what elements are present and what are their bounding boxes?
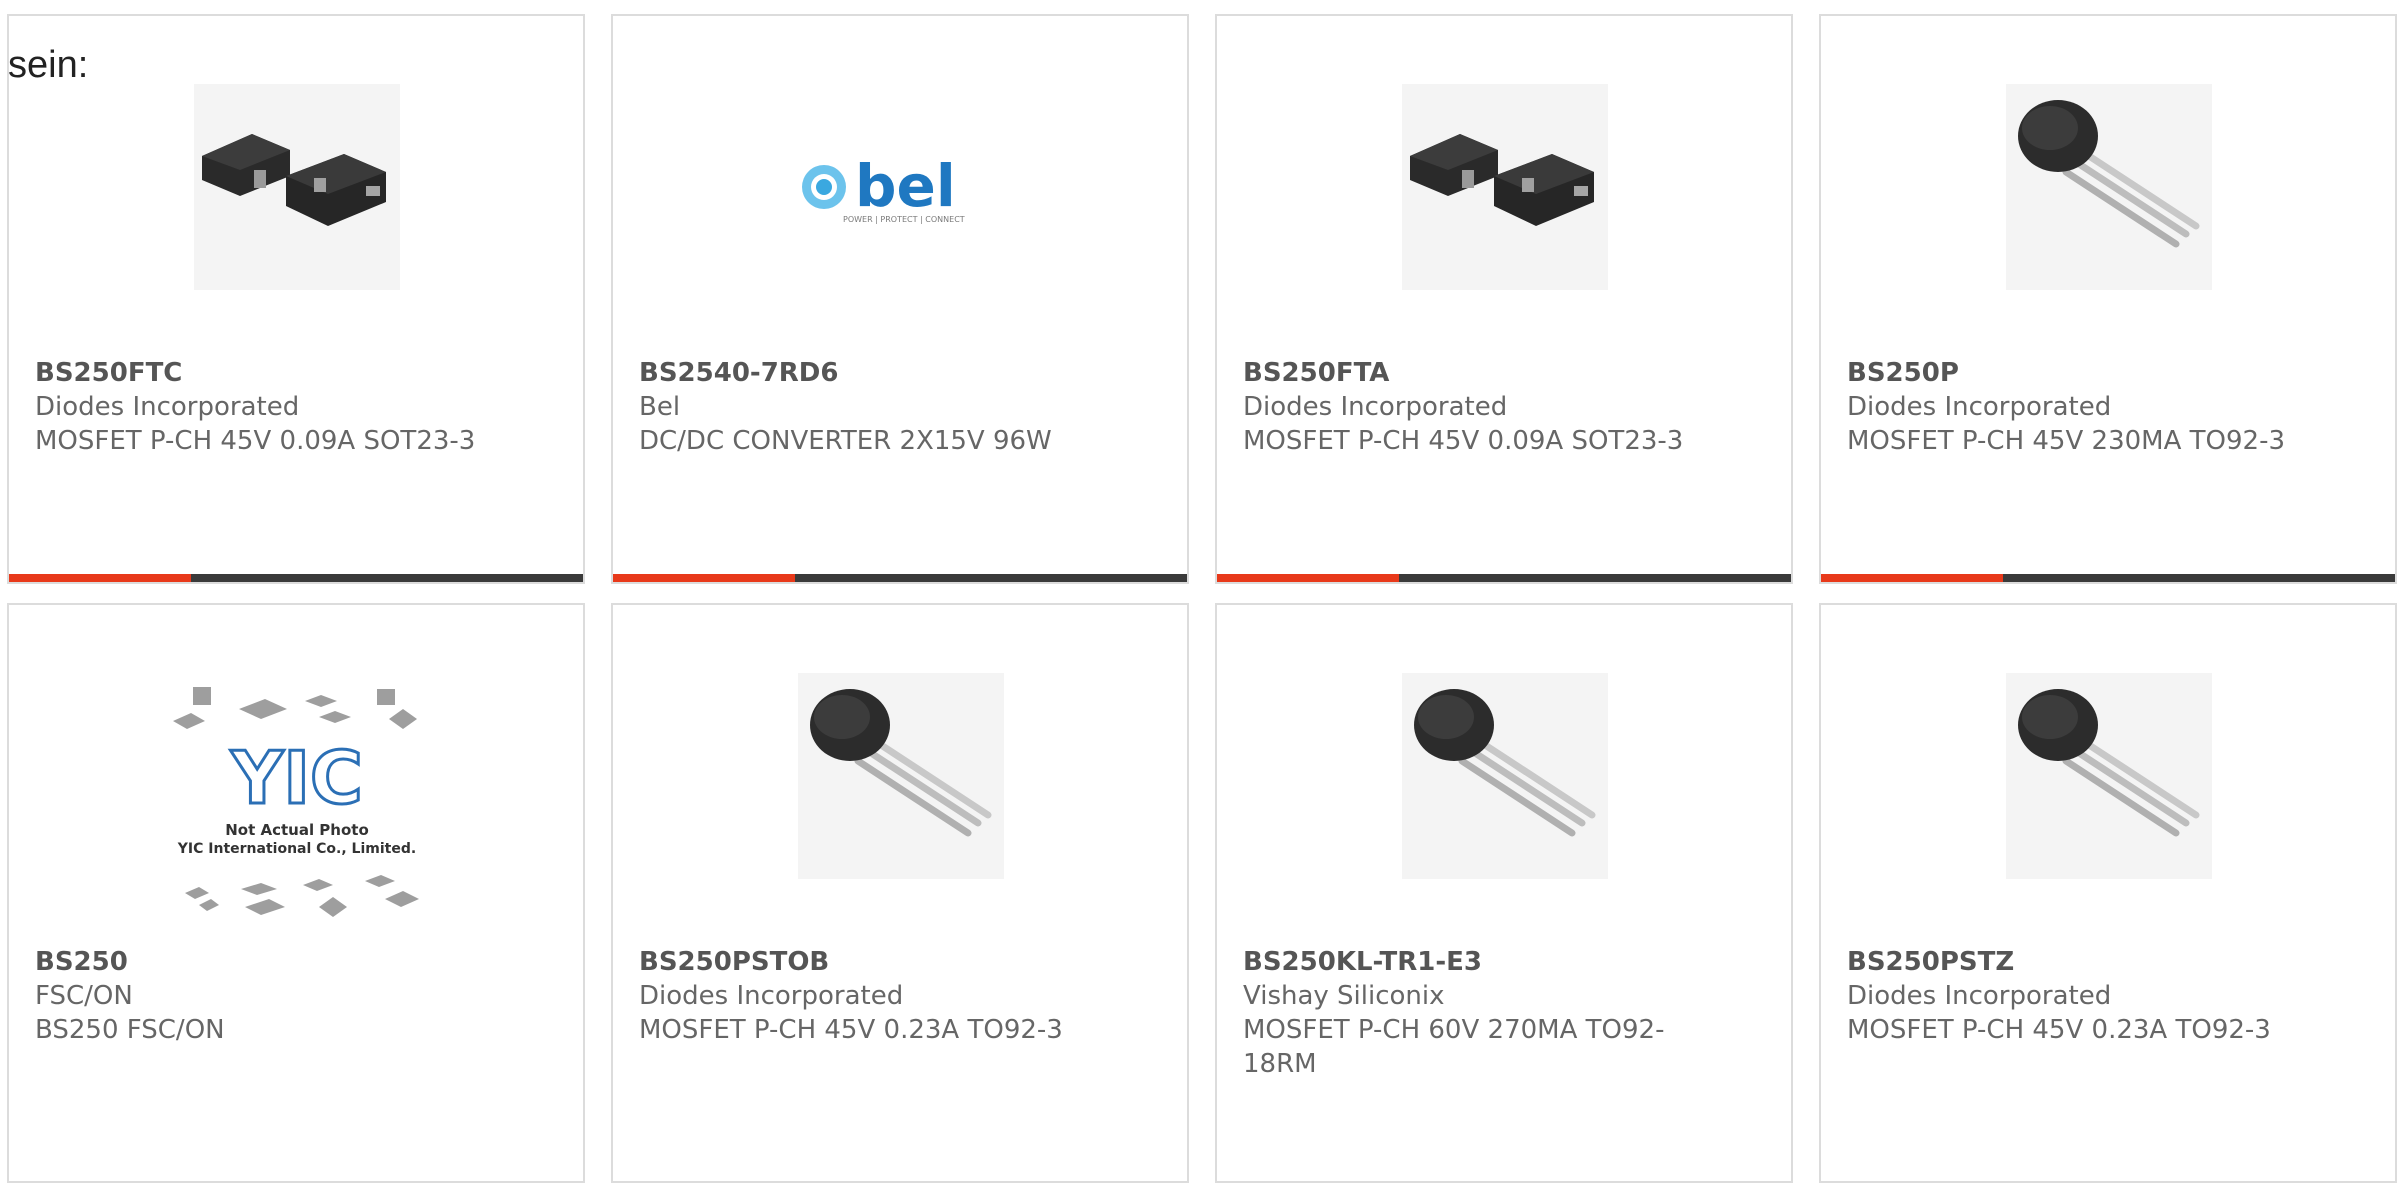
- bel-tagline: POWER | PROTECT | CONNECT: [843, 215, 965, 224]
- product-card[interactable]: BS250FTC Diodes Incorporated MOSFET P-CH…: [7, 14, 585, 584]
- bel-logo-icon: bel POWER | PROTECT | CONNECT: [798, 84, 1004, 290]
- part-number[interactable]: BS250KL-TR1-E3: [1243, 945, 1703, 979]
- description: MOSFET P-CH 45V 0.09A SOT23-3: [35, 426, 476, 456]
- product-card[interactable]: BS250PSTZ Diodes Incorporated MOSFET P-C…: [1819, 603, 2397, 1183]
- manufacturer: Diodes Incorporated: [1847, 392, 2112, 422]
- description: MOSFET P-CH 45V 0.23A TO92-3: [1847, 1015, 2271, 1045]
- yic-caption-1: Not Actual Photo: [225, 821, 369, 839]
- description: DC/DC CONVERTER 2X15V 96W: [639, 426, 1052, 456]
- product-image[interactable]: [1821, 605, 2395, 945]
- yic-placeholder-icon: YIC Not Actual Photo YIC International C…: [169, 687, 425, 935]
- product-image[interactable]: [1217, 16, 1791, 356]
- manufacturer: Diodes Incorporated: [639, 981, 904, 1011]
- product-card[interactable]: BS250FTA Diodes Incorporated MOSFET P-CH…: [1215, 14, 1793, 584]
- manufacturer: Diodes Incorporated: [1847, 981, 2112, 1011]
- manufacturer: Vishay Siliconix: [1243, 981, 1445, 1011]
- part-number[interactable]: BS250PSTOB: [639, 945, 1099, 979]
- product-card[interactable]: BS250PSTOB Diodes Incorporated MOSFET P-…: [611, 603, 1189, 1183]
- yic-logo-text: YIC: [230, 736, 363, 820]
- product-image[interactable]: [9, 16, 583, 356]
- description: BS250 FSC/ON: [35, 1015, 225, 1045]
- part-number[interactable]: BS250P: [1847, 356, 2307, 390]
- product-image[interactable]: bel POWER | PROTECT | CONNECT: [613, 16, 1187, 356]
- part-number[interactable]: BS250PSTZ: [1847, 945, 2307, 979]
- product-card[interactable]: BS250KL-TR1-E3 Vishay Siliconix MOSFET P…: [1215, 603, 1793, 1183]
- description: MOSFET P-CH 45V 0.09A SOT23-3: [1243, 426, 1684, 456]
- part-number[interactable]: BS250FTC: [35, 356, 495, 390]
- to92-package-icon: [1402, 673, 1608, 879]
- part-number[interactable]: BS250: [35, 945, 495, 979]
- product-card[interactable]: YIC Not Actual Photo YIC International C…: [7, 603, 585, 1183]
- part-number[interactable]: BS2540-7RD6: [639, 356, 1099, 390]
- description: MOSFET P-CH 45V 0.23A TO92-3: [639, 1015, 1063, 1045]
- intro-text: sein:: [8, 44, 89, 86]
- product-card[interactable]: bel POWER | PROTECT | CONNECT BS2540-7RD…: [611, 14, 1189, 584]
- product-image[interactable]: [1217, 605, 1791, 945]
- to92-package-icon: [2006, 84, 2212, 290]
- manufacturer: Bel: [639, 392, 681, 422]
- sot23-package-icon: [1402, 84, 1608, 290]
- card-bottom-bar: [613, 574, 1187, 582]
- card-bottom-bar: [1217, 574, 1791, 582]
- manufacturer: Diodes Incorporated: [35, 392, 300, 422]
- to92-package-icon: [2006, 673, 2212, 879]
- to92-package-icon: [798, 673, 1004, 879]
- product-image[interactable]: [613, 605, 1187, 945]
- product-card[interactable]: BS250P Diodes Incorporated MOSFET P-CH 4…: [1819, 14, 2397, 584]
- yic-caption-2: YIC International Co., Limited.: [177, 841, 416, 857]
- description: MOSFET P-CH 45V 230MA TO92-3: [1847, 426, 2285, 456]
- card-bottom-bar: [1821, 574, 2395, 582]
- description: MOSFET P-CH 60V 270MA TO92-18RM: [1243, 1015, 1665, 1079]
- manufacturer: Diodes Incorporated: [1243, 392, 1508, 422]
- bel-logo-text: bel: [855, 152, 956, 220]
- part-number[interactable]: BS250FTA: [1243, 356, 1703, 390]
- product-image[interactable]: [1821, 16, 2395, 356]
- card-bottom-bar: [9, 574, 583, 582]
- product-image[interactable]: YIC Not Actual Photo YIC International C…: [9, 605, 583, 945]
- manufacturer: FSC/ON: [35, 981, 133, 1011]
- sot23-package-icon: [194, 84, 400, 290]
